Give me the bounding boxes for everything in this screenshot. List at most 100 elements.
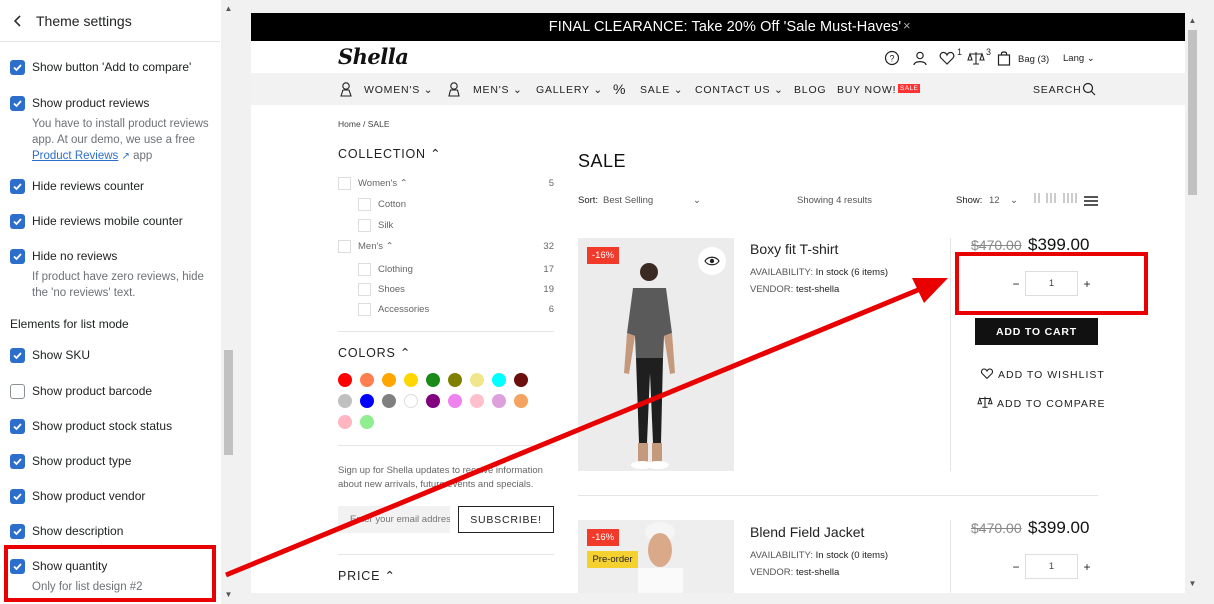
- language-selector[interactable]: Lang ⌄: [1063, 53, 1095, 64]
- checkbox[interactable]: [10, 419, 25, 434]
- scroll-up-icon[interactable]: ▲: [221, 2, 236, 16]
- color-swatch[interactable]: [382, 373, 396, 387]
- color-swatch[interactable]: [448, 373, 462, 387]
- color-swatch[interactable]: [404, 394, 418, 408]
- nav-gallery[interactable]: GALLERY ⌄: [536, 84, 603, 96]
- checkbox[interactable]: [10, 214, 25, 229]
- quantity-increase-button[interactable]: +: [1080, 560, 1094, 574]
- filter-checkbox[interactable]: [358, 198, 371, 211]
- filter-item[interactable]: Women's ⌃ 5: [338, 177, 554, 191]
- checkbox[interactable]: [10, 179, 25, 194]
- checkbox[interactable]: [10, 348, 25, 363]
- color-swatch[interactable]: [492, 373, 506, 387]
- filter-checkbox[interactable]: [358, 263, 371, 276]
- filter-checkbox[interactable]: [338, 177, 351, 190]
- checkbox[interactable]: [10, 249, 25, 264]
- nav-blog[interactable]: BLOG: [794, 84, 826, 96]
- help-icon[interactable]: ?: [884, 50, 902, 68]
- color-swatch[interactable]: [426, 373, 440, 387]
- nav-womens[interactable]: WOMEN'S ⌄: [364, 84, 433, 96]
- quantity-input[interactable]: [1025, 554, 1078, 579]
- woman-icon: [338, 81, 354, 97]
- grid-4-icon[interactable]: [1063, 193, 1079, 203]
- sort-select[interactable]: Best Selling: [603, 195, 653, 206]
- filter-item[interactable]: Cotton: [358, 198, 554, 212]
- colors-filter-title[interactable]: COLORS ⌃: [338, 345, 411, 360]
- add-to-wishlist-link[interactable]: ADD TO WISHLIST: [980, 367, 1105, 381]
- color-swatch[interactable]: [338, 394, 352, 408]
- filter-item[interactable]: Silk: [358, 219, 554, 233]
- checkbox[interactable]: [10, 454, 25, 469]
- sort-chevron-down-icon[interactable]: ⌄: [693, 195, 701, 206]
- nav-buy-now[interactable]: BUY NOW!: [837, 84, 896, 96]
- nav-search[interactable]: SEARCH: [1033, 84, 1082, 96]
- color-swatch[interactable]: [338, 373, 352, 387]
- scroll-down-icon[interactable]: ▼: [1185, 577, 1200, 591]
- product-reviews-link[interactable]: Product Reviews: [32, 150, 118, 162]
- scroll-up-icon[interactable]: ▲: [1185, 14, 1200, 28]
- filter-item[interactable]: Clothing 17: [358, 263, 554, 277]
- breadcrumb[interactable]: Home / SALE: [338, 119, 390, 129]
- filter-checkbox[interactable]: [358, 303, 371, 316]
- panel-scrollbar-thumb[interactable]: [224, 350, 233, 455]
- preview-scrollbar-thumb[interactable]: [1188, 30, 1197, 195]
- panel-scrollbar[interactable]: [221, 0, 236, 604]
- filter-item[interactable]: Men's ⌃ 32: [338, 240, 554, 254]
- color-swatch[interactable]: [492, 394, 506, 408]
- list-view-icon[interactable]: [1084, 193, 1098, 206]
- checkbox[interactable]: [10, 524, 25, 539]
- color-swatch[interactable]: [426, 394, 440, 408]
- account-icon[interactable]: [912, 50, 930, 68]
- checkbox[interactable]: [10, 96, 25, 111]
- nav-sale[interactable]: SALE ⌄: [640, 84, 683, 96]
- store-logo[interactable]: Shella: [338, 44, 409, 69]
- show-chevron-down-icon[interactable]: ⌄: [1010, 195, 1018, 206]
- nav-mens[interactable]: MEN'S ⌄: [473, 84, 523, 96]
- quantity-decrease-button[interactable]: −: [1009, 560, 1023, 574]
- grid-3-icon[interactable]: [1046, 193, 1058, 203]
- email-input[interactable]: [338, 506, 450, 533]
- color-swatch[interactable]: [514, 373, 528, 387]
- grid-2-icon[interactable]: [1034, 193, 1042, 203]
- checkbox[interactable]: [10, 489, 25, 504]
- checkbox[interactable]: [10, 60, 25, 75]
- color-swatch[interactable]: [470, 373, 484, 387]
- color-swatch[interactable]: [404, 373, 418, 387]
- filter-checkbox[interactable]: [358, 283, 371, 296]
- back-arrow-icon[interactable]: [10, 12, 26, 30]
- add-to-compare-link[interactable]: ADD TO COMPARE: [977, 395, 1106, 410]
- search-icon[interactable]: [1081, 81, 1097, 97]
- color-swatch[interactable]: [360, 373, 374, 387]
- collection-filter-title[interactable]: COLLECTION ⌃: [338, 146, 441, 161]
- checkbox[interactable]: [10, 384, 25, 399]
- wishlist-heart-icon[interactable]: [939, 50, 957, 68]
- product-image[interactable]: -16% Pre-order: [578, 520, 734, 593]
- subscribe-button[interactable]: SUBSCRIBE!: [458, 506, 554, 533]
- quick-view-eye-icon[interactable]: [698, 247, 726, 275]
- bag-label[interactable]: Bag (3): [1018, 54, 1049, 65]
- sale-badge: SALE: [898, 84, 921, 93]
- nav-contact-us[interactable]: CONTACT US ⌄: [695, 84, 784, 96]
- color-swatch[interactable]: [470, 394, 484, 408]
- show-select[interactable]: 12: [989, 195, 1000, 206]
- price-filter-title[interactable]: PRICE ⌃: [338, 568, 396, 583]
- color-swatch[interactable]: [360, 394, 374, 408]
- color-swatch[interactable]: [360, 415, 374, 429]
- add-to-cart-button[interactable]: ADD TO CART: [975, 318, 1098, 345]
- bag-icon[interactable]: [997, 50, 1015, 68]
- close-icon[interactable]: ×: [903, 18, 911, 33]
- filter-item[interactable]: Shoes 19: [358, 283, 554, 297]
- scroll-down-icon[interactable]: ▼: [221, 588, 236, 602]
- product-image[interactable]: -16%: [578, 238, 734, 471]
- compare-scale-icon[interactable]: [967, 50, 985, 68]
- color-swatch[interactable]: [382, 394, 396, 408]
- color-swatch[interactable]: [338, 415, 352, 429]
- show-label: Show:: [956, 195, 983, 206]
- filter-item[interactable]: Accessories 6: [358, 303, 554, 317]
- filter-checkbox[interactable]: [338, 240, 351, 253]
- product-name[interactable]: Boxy fit T-shirt: [750, 241, 838, 257]
- filter-checkbox[interactable]: [358, 219, 371, 232]
- color-swatch[interactable]: [448, 394, 462, 408]
- color-swatch[interactable]: [514, 394, 528, 408]
- product-name[interactable]: Blend Field Jacket: [750, 524, 864, 540]
